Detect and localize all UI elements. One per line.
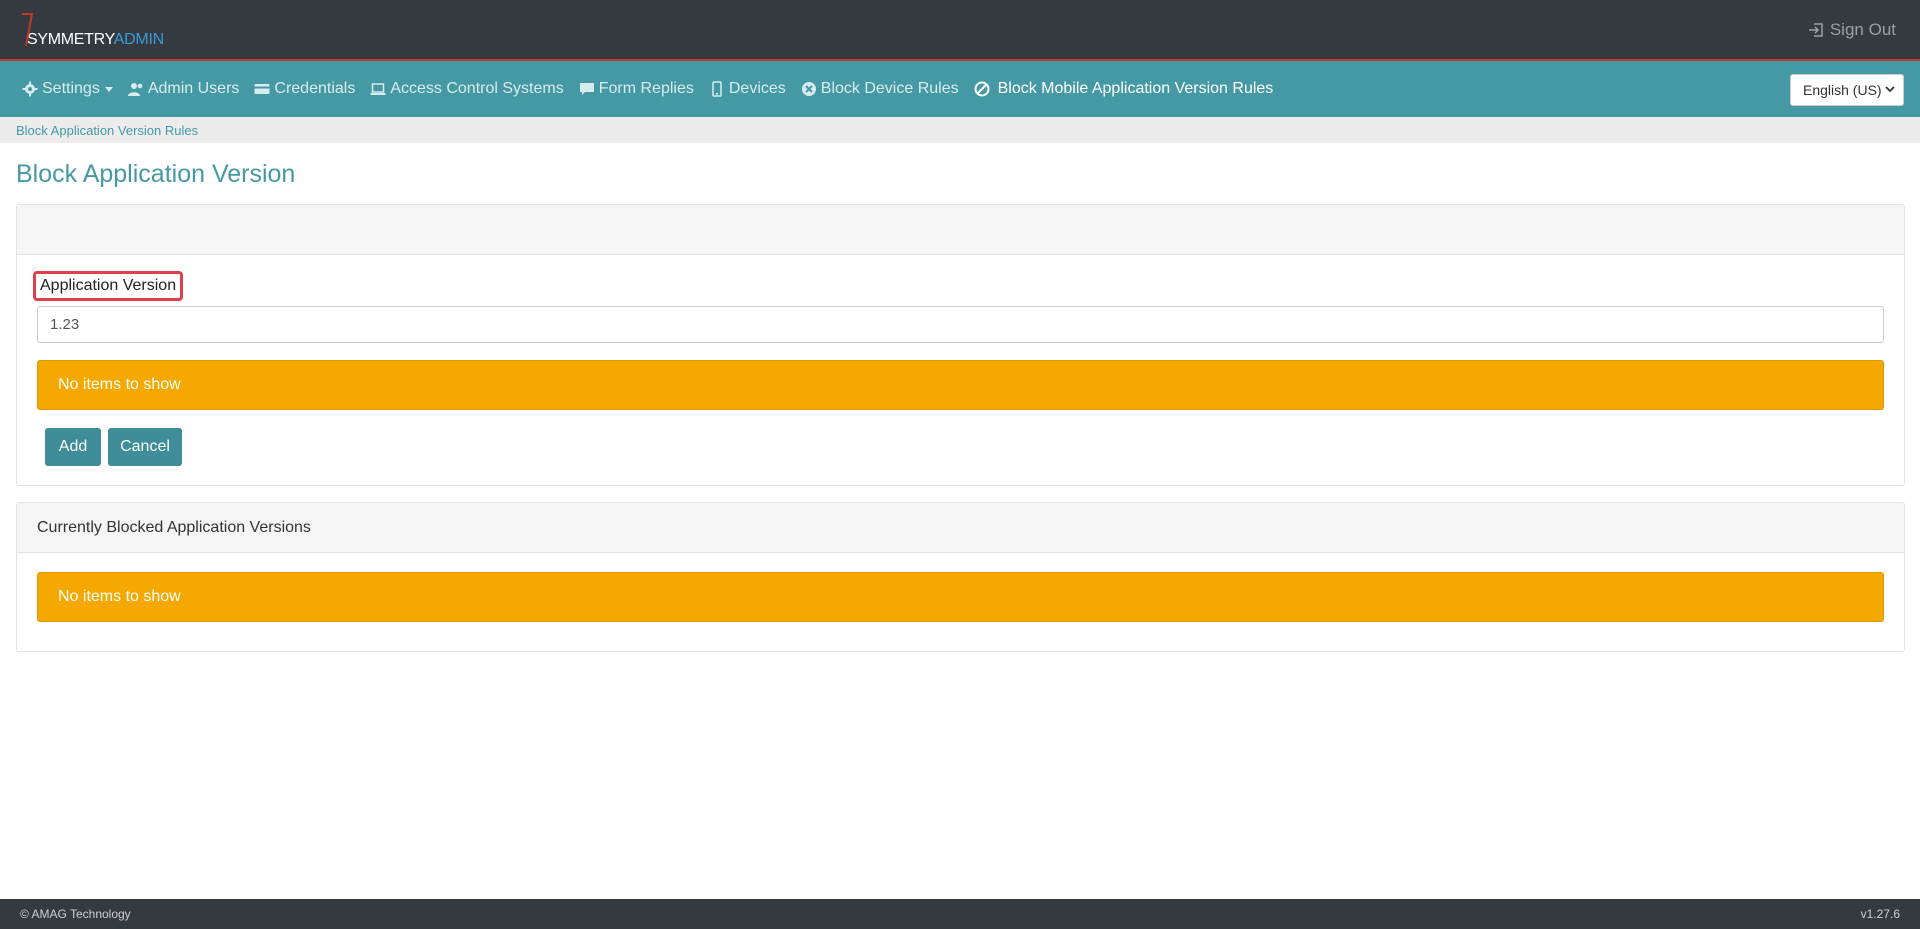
application-version-label: Application Version bbox=[33, 271, 184, 301]
breadcrumb-current[interactable]: Block Application Version Rules bbox=[16, 123, 198, 138]
footer-copyright: © AMAG Technology bbox=[20, 907, 131, 921]
nav-devices[interactable]: Devices bbox=[709, 80, 786, 98]
nav-block-device-rules-label: Block Device Rules bbox=[820, 80, 959, 97]
footer-version: v1.27.6 bbox=[1860, 907, 1900, 921]
top-header: SYMMETRYADMIN Sign Out bbox=[0, 0, 1920, 61]
logo-text: SYMMETRYADMIN bbox=[27, 31, 164, 48]
sign-out-label: Sign Out bbox=[1829, 20, 1896, 39]
caret-down-icon bbox=[104, 86, 113, 92]
blocked-versions-panel-header: Currently Blocked Application Versions bbox=[17, 503, 1904, 553]
nav-admin-users-label: Admin Users bbox=[147, 80, 240, 97]
symmetry-admin-logo[interactable]: SYMMETRYADMIN bbox=[20, 12, 164, 52]
nav-admin-users[interactable]: Admin Users bbox=[127, 80, 240, 98]
add-version-panel-header bbox=[17, 205, 1904, 255]
laptop-icon bbox=[370, 83, 386, 95]
nav-form-replies-label: Form Replies bbox=[598, 80, 694, 97]
nav-block-mobile-app-version-rules[interactable]: Block Mobile Application Version Rules bbox=[974, 80, 1274, 98]
no-items-alert: No items to show bbox=[37, 360, 1884, 410]
nav-settings-label: Settings bbox=[42, 80, 100, 97]
application-version-value: 1.23 bbox=[50, 316, 80, 333]
add-version-panel: Application Version 1.23 No items to sho… bbox=[16, 204, 1905, 486]
blocked-versions-panel: Currently Blocked Application Versions N… bbox=[16, 502, 1905, 652]
language-select[interactable]: English (US) bbox=[1790, 74, 1904, 106]
page-title: Block Application Version bbox=[16, 160, 296, 188]
nav-access-control-systems-label: Access Control Systems bbox=[390, 80, 564, 97]
nav-settings[interactable]: Settings bbox=[22, 80, 113, 98]
nav-access-control-systems[interactable]: Access Control Systems bbox=[370, 80, 564, 98]
no-items-alert-text: No items to show bbox=[58, 376, 181, 393]
nav-credentials[interactable]: Credentials bbox=[254, 80, 355, 98]
nav-form-replies[interactable]: Form Replies bbox=[579, 80, 694, 98]
application-version-input[interactable]: 1.23 bbox=[37, 306, 1884, 343]
add-button[interactable]: Add bbox=[45, 428, 101, 466]
users-icon bbox=[127, 83, 143, 96]
blocked-versions-heading: Currently Blocked Application Versions bbox=[37, 519, 311, 536]
credit-card-icon bbox=[254, 84, 270, 94]
comment-icon bbox=[579, 83, 594, 95]
nav-block-device-rules[interactable]: Block Device Rules bbox=[801, 80, 959, 98]
main-navbar: Settings Admin Users Credentials Access bbox=[0, 61, 1920, 117]
gear-icon bbox=[22, 81, 38, 97]
chevron-down-icon bbox=[1885, 86, 1895, 93]
mobile-icon bbox=[712, 81, 722, 97]
nav-block-mobile-app-version-rules-label: Block Mobile Application Version Rules bbox=[997, 80, 1274, 97]
blocked-no-items-alert-text: No items to show bbox=[58, 588, 181, 605]
breadcrumb: Block Application Version Rules bbox=[0, 117, 1920, 143]
times-circle-icon bbox=[801, 82, 816, 96]
footer: © AMAG Technology v1.27.6 bbox=[0, 899, 1920, 929]
sign-out-link[interactable]: Sign Out bbox=[1808, 20, 1896, 40]
ban-icon bbox=[974, 81, 990, 97]
nav-devices-label: Devices bbox=[728, 80, 786, 97]
blocked-no-items-alert: No items to show bbox=[37, 572, 1884, 622]
cancel-button[interactable]: Cancel bbox=[108, 428, 182, 466]
logo-mark-icon bbox=[22, 13, 34, 47]
sign-out-icon bbox=[1808, 23, 1823, 37]
nav-credentials-label: Credentials bbox=[274, 80, 356, 97]
language-selected-value: English (US) bbox=[1803, 82, 1882, 98]
